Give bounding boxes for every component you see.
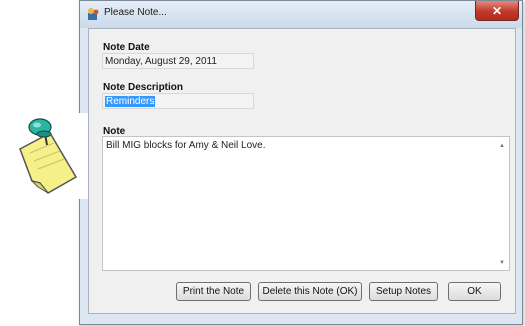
app-icon [88, 8, 99, 20]
note-dialog: Please Note... ✕ Note Date Monday, Augus… [79, 0, 523, 325]
pinned-note-icon [19, 118, 78, 194]
ok-button[interactable]: OK [448, 282, 501, 301]
note-description-label: Note Description [103, 82, 184, 93]
note-description-field[interactable]: Reminders [102, 93, 254, 109]
note-date-value: Monday, August 29, 2011 [105, 56, 217, 67]
scroll-down-arrow-icon[interactable]: ▼ [499, 260, 505, 266]
close-icon: ✕ [491, 3, 503, 18]
note-description-value: Reminders [105, 96, 156, 107]
print-note-button[interactable]: Print the Note [176, 282, 251, 301]
title-bar[interactable]: Please Note... ✕ [80, 1, 522, 28]
setup-notes-button[interactable]: Setup Notes [369, 282, 438, 301]
scroll-up-arrow-icon[interactable]: ▲ [499, 143, 505, 149]
dialog-body: Note Date Monday, August 29, 2011 Note D… [88, 28, 516, 314]
note-text-area[interactable]: Bill MIG blocks for Amy & Neil Love. ▲ ▼ [102, 136, 510, 271]
pinned-note-panel [10, 113, 88, 199]
note-date-field: Monday, August 29, 2011 [102, 53, 254, 69]
note-text: Bill MIG blocks for Amy & Neil Love. [106, 140, 266, 151]
note-date-label: Note Date [103, 42, 150, 53]
close-button[interactable]: ✕ [475, 1, 519, 21]
delete-note-button[interactable]: Delete this Note (OK) [258, 282, 362, 301]
window-title: Please Note... [104, 7, 167, 18]
